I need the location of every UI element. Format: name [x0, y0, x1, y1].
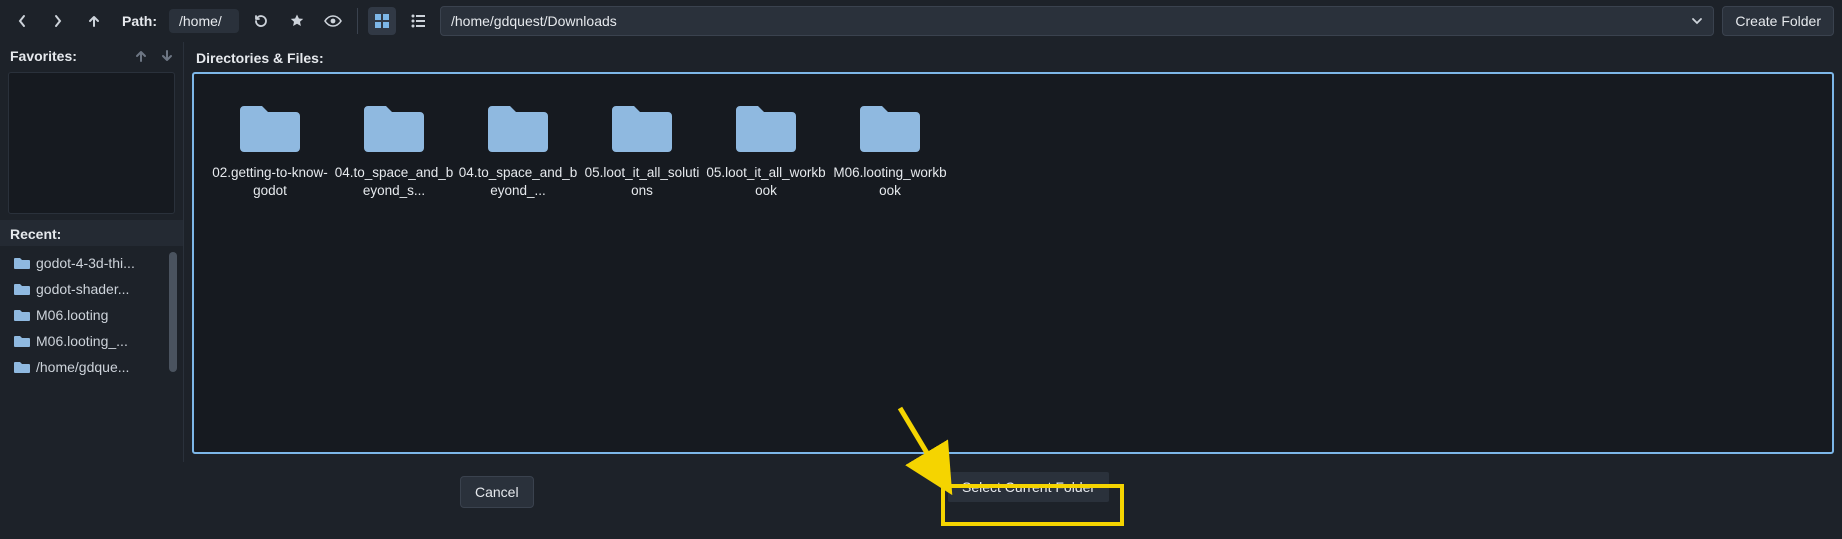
folder-label: 04.to_space_and_beyond_...: [458, 164, 578, 200]
content-area: Directories & Files: 02.getting-to-know-…: [184, 42, 1842, 462]
recent-item-label: godot-shader...: [36, 281, 129, 297]
folder-item[interactable]: 05.loot_it_all_workbook: [704, 96, 828, 204]
folder-label: 05.loot_it_all_solutions: [582, 164, 702, 200]
back-button[interactable]: [8, 7, 36, 35]
folder-icon: [858, 100, 922, 154]
recent-item[interactable]: M06.looting: [8, 302, 177, 328]
up-button[interactable]: [80, 7, 108, 35]
favorite-down-icon[interactable]: [161, 49, 173, 63]
refresh-button[interactable]: [247, 7, 275, 35]
folder-label: 05.loot_it_all_workbook: [706, 164, 826, 200]
recent-item-label: M06.looting_...: [36, 333, 128, 349]
folder-label: 04.to_space_and_beyond_s...: [334, 164, 454, 200]
recent-item[interactable]: /home/gdque...: [8, 354, 177, 380]
folder-item[interactable]: M06.looting_workbook: [828, 96, 952, 204]
folder-icon: [14, 361, 30, 373]
path-input[interactable]: /home/gdquest/Downloads: [440, 6, 1714, 36]
favorites-label: Favorites:: [10, 48, 77, 64]
folder-icon: [486, 100, 550, 154]
forward-button[interactable]: [44, 7, 72, 35]
recent-item-label: M06.looting: [36, 307, 108, 323]
recent-item-label: /home/gdque...: [36, 359, 129, 375]
folder-icon: [14, 335, 30, 347]
folder-icon: [238, 100, 302, 154]
folder-icon: [362, 100, 426, 154]
cancel-button[interactable]: Cancel: [460, 476, 534, 508]
recent-item[interactable]: M06.looting_...: [8, 328, 177, 354]
folder-item[interactable]: 05.loot_it_all_solutions: [580, 96, 704, 204]
folder-icon: [14, 309, 30, 321]
chevron-down-icon: [1691, 16, 1703, 26]
recent-item-label: godot-4-3d-thi...: [36, 255, 135, 271]
select-current-folder-button[interactable]: Select Current Folder: [948, 472, 1109, 502]
folder-icon: [14, 257, 30, 269]
recent-item[interactable]: godot-shader...: [8, 276, 177, 302]
content-header: Directories & Files:: [192, 42, 1834, 72]
folder-item[interactable]: 04.to_space_and_beyond_s...: [332, 96, 456, 204]
create-folder-button[interactable]: Create Folder: [1722, 6, 1834, 36]
grid-view-button[interactable]: [368, 7, 396, 35]
footer: Cancel Select Current Folder: [0, 462, 1842, 522]
file-grid[interactable]: 02.getting-to-know-godot 04.to_space_and…: [192, 72, 1834, 454]
toolbar-divider: [357, 8, 358, 34]
folder-icon: [14, 283, 30, 295]
folder-item[interactable]: 02.getting-to-know-godot: [208, 96, 332, 204]
recent-header: Recent:: [0, 220, 183, 246]
favorites-header: Favorites:: [0, 42, 183, 68]
favorites-list: [8, 72, 175, 214]
list-view-button[interactable]: [404, 7, 432, 35]
folder-label: M06.looting_workbook: [830, 164, 950, 200]
folder-label: 02.getting-to-know-godot: [210, 164, 330, 200]
path-segment[interactable]: /home/: [169, 9, 239, 33]
folder-icon: [734, 100, 798, 154]
recent-list: godot-4-3d-thi... godot-shader... M06.lo…: [8, 250, 177, 462]
show-hidden-button[interactable]: [319, 7, 347, 35]
favorite-up-icon[interactable]: [135, 49, 147, 63]
folder-icon: [610, 100, 674, 154]
path-input-value: /home/gdquest/Downloads: [451, 13, 617, 29]
favorite-star-button[interactable]: [283, 7, 311, 35]
main-area: Favorites: Recent: godot-4-3d-thi... god…: [0, 42, 1842, 462]
recent-scrollbar[interactable]: [169, 252, 177, 372]
recent-item[interactable]: godot-4-3d-thi...: [8, 250, 177, 276]
sidebar: Favorites: Recent: godot-4-3d-thi... god…: [0, 42, 184, 462]
folder-item[interactable]: 04.to_space_and_beyond_...: [456, 96, 580, 204]
toolbar: Path: /home/ /home/gdquest/Downloads Cre…: [0, 0, 1842, 42]
path-label: Path:: [122, 13, 157, 29]
